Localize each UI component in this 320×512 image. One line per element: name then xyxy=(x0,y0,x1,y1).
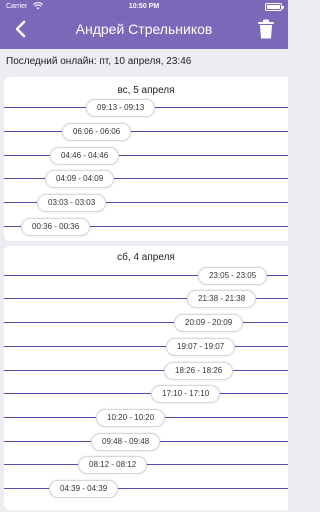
session-row: 17:10 - 17:10 xyxy=(4,385,288,403)
session-pill: 18:26 - 18:26 xyxy=(164,362,234,380)
session-row: 10:20 - 10:20 xyxy=(4,409,288,427)
session-row: 19:07 - 19:07 xyxy=(4,338,288,356)
battery-icon xyxy=(265,3,284,11)
session-row: 08:12 - 08:12 xyxy=(4,456,288,474)
session-pill: 03:03 - 03:03 xyxy=(37,194,107,212)
day-card: вс, 5 апреля 09:13 - 09:13 06:06 - 06:06… xyxy=(4,77,288,241)
session-row: 03:03 - 03:03 xyxy=(4,194,288,212)
day-date-label: сб, 4 апреля xyxy=(117,252,175,263)
session-row: 23:05 - 23:05 xyxy=(4,267,288,285)
session-row: 00:36 - 00:36 xyxy=(4,218,288,236)
session-pill: 08:12 - 08:12 xyxy=(78,456,148,474)
session-pill: 09:48 - 09:48 xyxy=(91,433,161,451)
session-pill: 06:06 - 06:06 xyxy=(62,123,132,141)
app-header: Carrier 10:50 PM Андрей Стрельников xyxy=(0,0,288,49)
session-row: 21:38 - 21:38 xyxy=(4,290,288,308)
day-date-label: вс, 5 апреля xyxy=(117,85,175,96)
session-pill: 23:05 - 23:05 xyxy=(198,267,268,285)
session-pill: 17:10 - 17:10 xyxy=(151,385,221,403)
back-arrow-icon[interactable] xyxy=(12,19,30,39)
session-row: 09:48 - 09:48 xyxy=(4,433,288,451)
session-pill: 19:07 - 19:07 xyxy=(166,338,236,356)
session-pill: 04:46 - 04:46 xyxy=(50,147,120,165)
session-pill: 21:38 - 21:38 xyxy=(187,290,257,308)
session-row: 04:39 - 04:39 xyxy=(4,480,288,498)
session-row: 04:09 - 04:09 xyxy=(4,170,288,188)
status-time: 10:50 PM xyxy=(128,3,160,10)
session-pill: 04:39 - 04:39 xyxy=(49,480,119,498)
session-pill: 10:20 - 10:20 xyxy=(96,409,166,427)
page-title: Андрей Стрельников xyxy=(75,21,213,37)
session-row: 04:46 - 04:46 xyxy=(4,147,288,165)
session-pill: 09:13 - 09:13 xyxy=(86,99,156,117)
session-pill: 04:09 - 04:09 xyxy=(45,170,115,188)
last-online-text: Последний онлайн: пт, 10 апреля, 23:46 xyxy=(6,56,192,67)
session-pill: 20:09 - 20:09 xyxy=(174,314,244,332)
session-row: 20:09 - 20:09 xyxy=(4,314,288,332)
session-row: 06:06 - 06:06 xyxy=(4,123,288,141)
status-bar: Carrier 10:50 PM xyxy=(0,0,288,14)
session-row: 09:13 - 09:13 xyxy=(4,99,288,117)
session-pill: 00:36 - 00:36 xyxy=(21,218,91,236)
session-row: 18:26 - 18:26 xyxy=(4,362,288,380)
trash-icon[interactable] xyxy=(258,19,274,39)
day-card: сб, 4 апреля 23:05 - 23:05 21:38 - 21:38… xyxy=(4,246,288,510)
